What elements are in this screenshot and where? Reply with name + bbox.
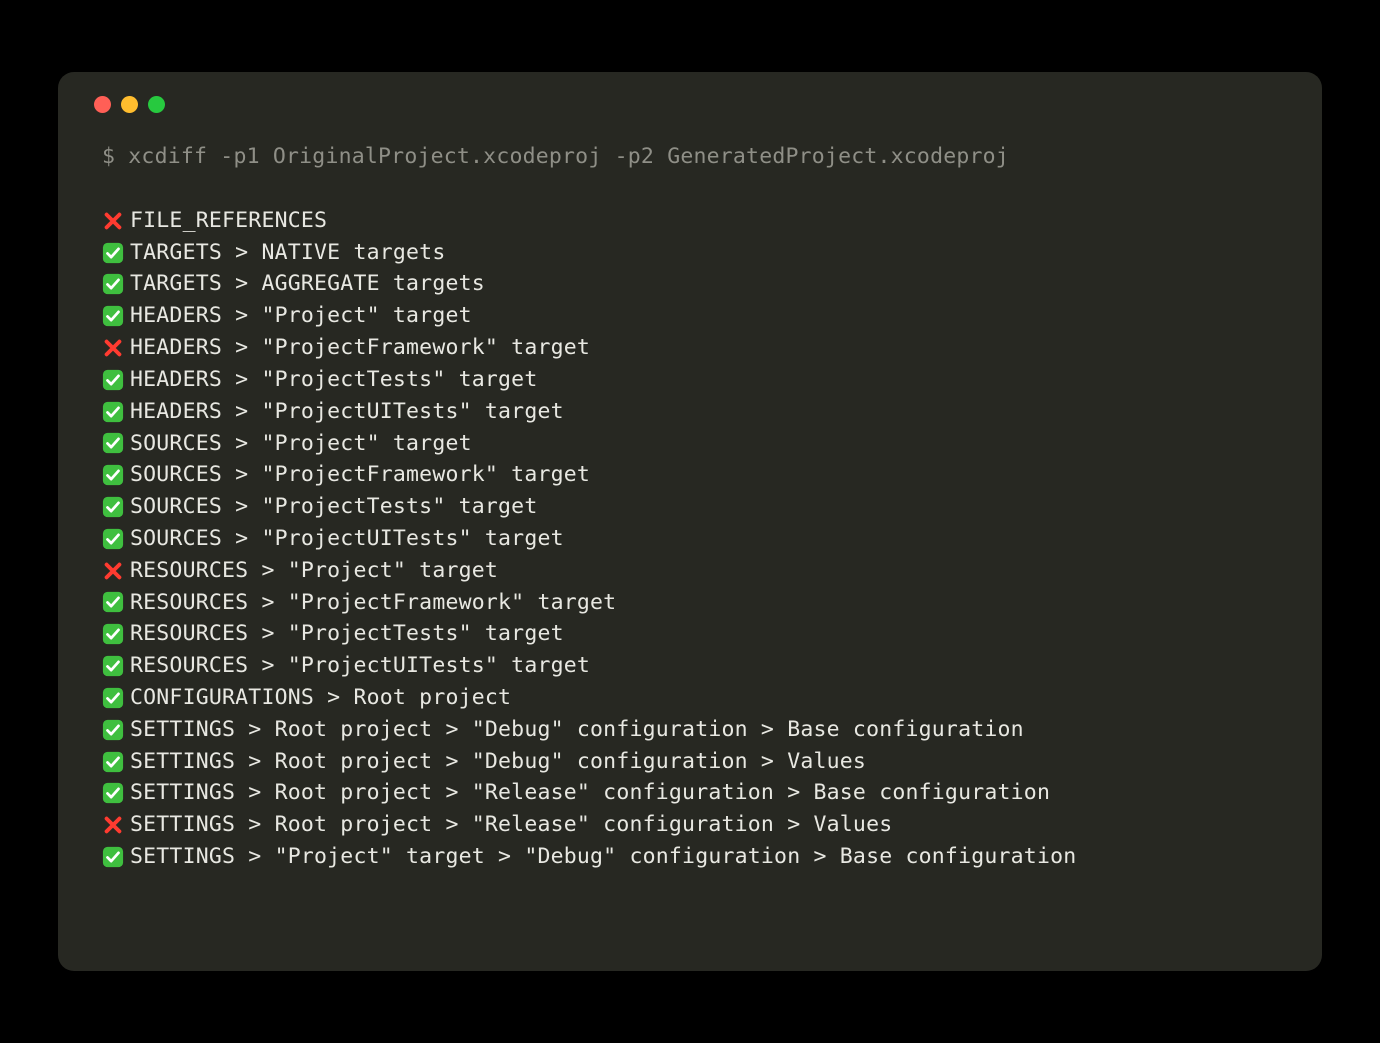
output-line-text: SETTINGS > Root project > "Debug" config…: [130, 714, 1024, 746]
output-line: HEADERS > "ProjectTests" target: [102, 364, 1278, 396]
output-line-text: TARGETS > NATIVE targets: [130, 237, 445, 269]
cross-icon: [102, 210, 124, 232]
output-line-text: TARGETS > AGGREGATE targets: [130, 268, 485, 300]
output-line: SOURCES > "ProjectFramework" target: [102, 459, 1278, 491]
output-line: FILE_REFERENCES: [102, 205, 1278, 237]
output-line: SOURCES > "ProjectUITests" target: [102, 523, 1278, 555]
window-traffic-lights: [58, 96, 1322, 141]
output-line: RESOURCES > "ProjectFramework" target: [102, 587, 1278, 619]
check-icon: [102, 719, 124, 741]
output-line: SETTINGS > "Project" target > "Debug" co…: [102, 841, 1278, 873]
output-line-text: RESOURCES > "ProjectUITests" target: [130, 650, 590, 682]
check-icon: [102, 401, 124, 423]
check-icon: [102, 687, 124, 709]
check-icon: [102, 273, 124, 295]
check-icon: [102, 623, 124, 645]
check-icon: [102, 242, 124, 264]
output-line: RESOURCES > "Project" target: [102, 555, 1278, 587]
terminal-content[interactable]: $ xcdiff -p1 OriginalProject.xcodeproj -…: [58, 141, 1322, 873]
output-line-text: SETTINGS > Root project > "Debug" config…: [130, 746, 866, 778]
check-icon: [102, 464, 124, 486]
output-line: HEADERS > "ProjectUITests" target: [102, 396, 1278, 428]
check-icon: [102, 528, 124, 550]
output-line: SETTINGS > Root project > "Debug" config…: [102, 746, 1278, 778]
output-line: RESOURCES > "ProjectTests" target: [102, 618, 1278, 650]
check-icon: [102, 591, 124, 613]
output-line-text: RESOURCES > "ProjectTests" target: [130, 618, 564, 650]
output-line: HEADERS > "Project" target: [102, 300, 1278, 332]
check-icon: [102, 751, 124, 773]
output-lines: FILE_REFERENCESTARGETS > NATIVE targetsT…: [102, 205, 1278, 873]
close-window-button[interactable]: [94, 96, 111, 113]
output-line-text: SOURCES > "ProjectTests" target: [130, 491, 537, 523]
maximize-window-button[interactable]: [148, 96, 165, 113]
output-line: HEADERS > "ProjectFramework" target: [102, 332, 1278, 364]
cross-icon: [102, 560, 124, 582]
check-icon: [102, 305, 124, 327]
output-line-text: SETTINGS > Root project > "Release" conf…: [130, 777, 1050, 809]
output-line-text: HEADERS > "ProjectFramework" target: [130, 332, 590, 364]
output-line: CONFIGURATIONS > Root project: [102, 682, 1278, 714]
output-line: SETTINGS > Root project > "Release" conf…: [102, 777, 1278, 809]
output-line-text: RESOURCES > "Project" target: [130, 555, 498, 587]
output-line: TARGETS > AGGREGATE targets: [102, 268, 1278, 300]
command-prompt-line: $ xcdiff -p1 OriginalProject.xcodeproj -…: [102, 141, 1278, 173]
check-icon: [102, 655, 124, 677]
check-icon: [102, 369, 124, 391]
output-line-text: HEADERS > "ProjectTests" target: [130, 364, 537, 396]
output-line-text: HEADERS > "ProjectUITests" target: [130, 396, 564, 428]
output-line-text: SOURCES > "ProjectUITests" target: [130, 523, 564, 555]
cross-icon: [102, 337, 124, 359]
output-line: TARGETS > NATIVE targets: [102, 237, 1278, 269]
output-line-text: RESOURCES > "ProjectFramework" target: [130, 587, 616, 619]
output-line-text: SETTINGS > "Project" target > "Debug" co…: [130, 841, 1076, 873]
output-line-text: HEADERS > "Project" target: [130, 300, 472, 332]
minimize-window-button[interactable]: [121, 96, 138, 113]
output-line-text: CONFIGURATIONS > Root project: [130, 682, 511, 714]
check-icon: [102, 432, 124, 454]
check-icon: [102, 846, 124, 868]
terminal-window: $ xcdiff -p1 OriginalProject.xcodeproj -…: [58, 72, 1322, 971]
output-line: SETTINGS > Root project > "Debug" config…: [102, 714, 1278, 746]
output-line-text: SETTINGS > Root project > "Release" conf…: [130, 809, 892, 841]
output-line: SOURCES > "ProjectTests" target: [102, 491, 1278, 523]
output-line: RESOURCES > "ProjectUITests" target: [102, 650, 1278, 682]
output-line-text: SOURCES > "Project" target: [130, 428, 472, 460]
output-line: SETTINGS > Root project > "Release" conf…: [102, 809, 1278, 841]
check-icon: [102, 782, 124, 804]
output-line-text: FILE_REFERENCES: [130, 205, 327, 237]
output-line-text: SOURCES > "ProjectFramework" target: [130, 459, 590, 491]
cross-icon: [102, 814, 124, 836]
output-line: SOURCES > "Project" target: [102, 428, 1278, 460]
check-icon: [102, 496, 124, 518]
